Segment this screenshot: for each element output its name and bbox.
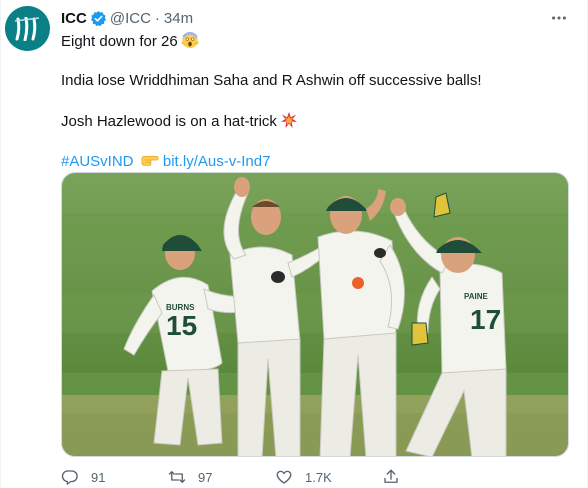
tweet-line-1: Eight down for 26 — [61, 31, 561, 51]
reply-icon — [61, 470, 78, 485]
jersey-number-17: 17 — [470, 304, 501, 335]
heart-icon — [276, 470, 292, 484]
tweet-line-1-text: Eight down for 26 — [61, 33, 178, 50]
share-icon — [384, 469, 398, 483]
face-screaming-in-fear-icon — [181, 31, 199, 55]
jersey-number-15: 15 — [166, 310, 197, 341]
like-count: 1.7K — [305, 469, 332, 485]
author-handle[interactable]: @ICC — [110, 10, 151, 27]
more-options-icon[interactable] — [549, 8, 569, 28]
tweet-text: Eight down for 26 India lose Wriddhiman … — [61, 31, 561, 171]
retweet-icon — [168, 471, 186, 483]
tweet-actions: 91 97 1.7K — [61, 467, 491, 487]
display-name[interactable]: ICC — [61, 10, 87, 27]
like-button[interactable]: 1.7K — [275, 467, 382, 487]
tweet-line-4: #AUSvIND bit.ly/Aus-v-Ind7 — [61, 151, 561, 171]
reply-count: 91 — [91, 469, 106, 485]
retweet-count: 97 — [198, 469, 213, 485]
reply-button[interactable]: 91 — [61, 467, 168, 487]
hashtag-link[interactable]: #AUSvIND — [61, 153, 134, 170]
tweet-line-3-text: Josh Hazlewood is on a hat-trick — [61, 113, 277, 130]
url-link[interactable]: bit.ly/Aus-v-Ind7 — [163, 153, 271, 170]
share-button[interactable] — [382, 467, 489, 487]
tweet-line-3: Josh Hazlewood is on a hat-trick — [61, 111, 561, 131]
timestamp[interactable]: 34m — [164, 10, 193, 27]
icc-logo-icon — [14, 17, 40, 41]
media-photo[interactable]: BURNS 15 PAINE 17 — [61, 172, 569, 457]
tweet-card[interactable]: ICC @ICC · 34m Eight down for 26 India l… — [0, 0, 588, 488]
tweet-header: ICC @ICC · 34m — [61, 8, 193, 28]
collision-icon — [280, 111, 298, 135]
tweet-line-2: India lose Wriddhiman Saha and R Ashwin … — [61, 72, 482, 89]
separator-dot: · — [154, 9, 160, 27]
verified-badge-icon — [90, 10, 107, 27]
avatar[interactable] — [5, 6, 50, 51]
cricket-celebration-photo: BURNS 15 PAINE 17 — [62, 173, 568, 456]
retweet-button[interactable]: 97 — [168, 467, 275, 487]
jersey-name-paine: PAINE — [464, 292, 489, 301]
